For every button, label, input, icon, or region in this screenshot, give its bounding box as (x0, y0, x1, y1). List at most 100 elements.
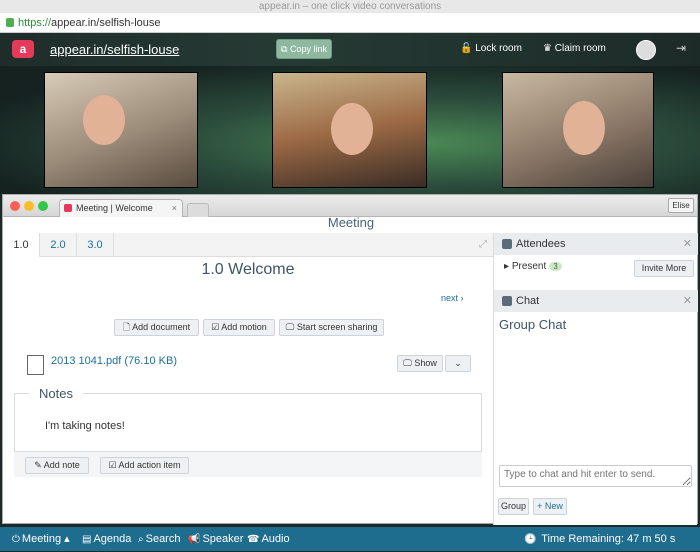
browser-tab-title: Meeting | Welcome (76, 203, 153, 213)
monitor-icon: 🖵 (285, 322, 297, 332)
new-label: New (544, 501, 563, 511)
agenda-tabs: 1.0 2.0 3.0 (3, 233, 493, 257)
add-note-label: Add note (43, 460, 80, 470)
add-document-label: Add document (132, 322, 191, 332)
nav-agenda-label: Agenda (93, 533, 132, 545)
nav-audio[interactable]: ☎ Audio (247, 527, 290, 552)
search-icon: ⌕ (138, 534, 144, 545)
document-icon: 🗋 (122, 322, 133, 332)
window-title: appear.in – one click video conversation… (0, 0, 700, 13)
phone-icon: ☎ (247, 534, 260, 545)
maximize-window-icon[interactable] (38, 201, 48, 211)
screen-share-button[interactable]: 🖵 Start screen sharing (279, 319, 384, 336)
video-area (0, 66, 700, 194)
add-motion-button[interactable]: ☑ Add motion (203, 319, 275, 336)
browser-chrome: Meeting | Welcome × Elise (3, 195, 697, 217)
address-bar[interactable]: https://appear.in/selfish-louse (0, 13, 700, 33)
monitor-icon: 🖵 (403, 358, 415, 368)
url-scheme: https:// (18, 17, 52, 29)
meeting-app-window: Meeting | Welcome × Elise Meeting 1.0 2.… (2, 194, 698, 525)
clock-icon: 🕒 (524, 534, 540, 545)
leave-icon[interactable]: ⇥ (676, 41, 686, 55)
url-path: appear.in/selfish-louse (51, 17, 161, 29)
claim-room-label: Claim room (554, 43, 606, 54)
copy-icon: ⧉ (281, 44, 290, 54)
add-motion-label: Add motion (221, 322, 267, 332)
favicon-icon (64, 204, 72, 212)
crown-icon: ♛ (543, 43, 555, 54)
screen-share-label: Start screen sharing (296, 322, 378, 332)
add-document-button[interactable]: 🗋 Add document (114, 319, 199, 336)
nav-search[interactable]: ⌕ Search (138, 527, 180, 552)
copy-link-button[interactable]: ⧉ Copy link (276, 39, 332, 59)
pdf-icon (27, 355, 44, 375)
appear-header: a appear.in/selfish-louse ⧉ Copy link 🔓 … (0, 33, 700, 66)
tab-3-0[interactable]: 3.0 (77, 233, 114, 257)
chevron-right-icon: ▸ (504, 261, 512, 272)
attendees-title: Attendees (516, 238, 566, 250)
time-remaining-label: Time Remaining: 47 m 50 s (541, 533, 676, 545)
power-icon: ⏻ (12, 534, 20, 545)
next-link[interactable]: next › (441, 293, 464, 303)
copy-link-label: Copy link (289, 44, 327, 54)
video-participant-2[interactable] (272, 72, 427, 188)
close-tab-icon[interactable]: × (172, 200, 177, 216)
chat-input[interactable] (499, 465, 692, 487)
profile-button[interactable]: Elise (668, 198, 694, 213)
close-icon[interactable]: ✕ (683, 233, 692, 255)
nav-meeting-label: Meeting (21, 533, 62, 545)
chat-header: Chat ✕ (494, 290, 698, 312)
participant-face (83, 95, 125, 145)
time-remaining: 🕒 Time Remaining: 47 m 50 s (524, 527, 675, 552)
video-participant-1[interactable] (44, 72, 198, 188)
lock-icon (6, 18, 14, 27)
user-avatar[interactable] (636, 40, 656, 60)
close-window-icon[interactable] (10, 201, 20, 211)
sidebar: Attendees ✕ ▸ Present 3 Invite More Chat … (493, 233, 698, 525)
invite-more-button[interactable]: Invite More (634, 260, 694, 277)
nav-audio-label: Audio (261, 533, 290, 545)
group-chat-title: Group Chat (499, 317, 567, 332)
chat-tab-group[interactable]: Group (498, 498, 529, 515)
nav-speaker[interactable]: 📢 Speaker (188, 527, 243, 552)
padlock-icon: 🔓 (460, 43, 476, 54)
megaphone-icon: 📢 (188, 534, 201, 545)
attendees-header: Attendees ✕ (494, 233, 698, 255)
nav-search-label: Search (145, 533, 181, 545)
lock-room-label: Lock room (475, 43, 522, 54)
chat-title: Chat (516, 295, 540, 307)
close-icon[interactable]: ✕ (683, 290, 692, 312)
lock-room-button[interactable]: 🔓 Lock room (460, 43, 522, 54)
claim-room-button[interactable]: ♛ Claim room (543, 43, 606, 54)
chat-tab-new[interactable]: + New (533, 498, 567, 515)
plus-icon: + (537, 501, 545, 511)
video-participant-3[interactable] (502, 72, 654, 188)
show-document-button[interactable]: 🖵 Show (397, 355, 443, 372)
tab-2-0[interactable]: 2.0 (40, 233, 77, 257)
present-toggle[interactable]: ▸ Present 3 (504, 261, 562, 272)
caret-up-icon: ▴ (61, 533, 70, 545)
nav-speaker-label: Speaker (202, 533, 244, 545)
minimize-window-icon[interactable] (24, 201, 34, 211)
show-label: Show (414, 358, 437, 368)
document-options-button[interactable]: ⌄ (445, 355, 471, 372)
bottom-nav: ⏻ Meeting ▴ ▤ Agenda ⌕ Search 📢 Speaker ☎ Aud… (0, 527, 700, 551)
add-action-label: Add action item (118, 460, 181, 470)
page-title: Meeting (327, 215, 375, 230)
add-note-button[interactable]: ✎ Add note (25, 457, 89, 474)
room-url-link[interactable]: appear.in/selfish-louse (50, 42, 179, 57)
document-link[interactable]: 2013 1041.pdf (76.10 KB) (51, 355, 177, 367)
checkbox-icon: ☑ (211, 322, 222, 332)
appear-logo[interactable]: a (12, 40, 34, 58)
nav-agenda[interactable]: ▤ Agenda (82, 527, 131, 552)
person-icon (502, 239, 512, 249)
participant-face (563, 101, 605, 155)
participant-face (331, 103, 373, 155)
add-action-item-button[interactable]: ☑ Add action item (100, 457, 189, 474)
tab-1-0[interactable]: 1.0 (3, 233, 40, 257)
notes-title: Notes (29, 386, 83, 401)
notes-text[interactable]: I'm taking notes! (45, 420, 125, 432)
nav-meeting[interactable]: ⏻ Meeting ▴ (12, 527, 70, 552)
expand-icon[interactable]: ⤢ (479, 239, 487, 250)
agenda-item-title: 1.0 Welcome (201, 261, 295, 278)
